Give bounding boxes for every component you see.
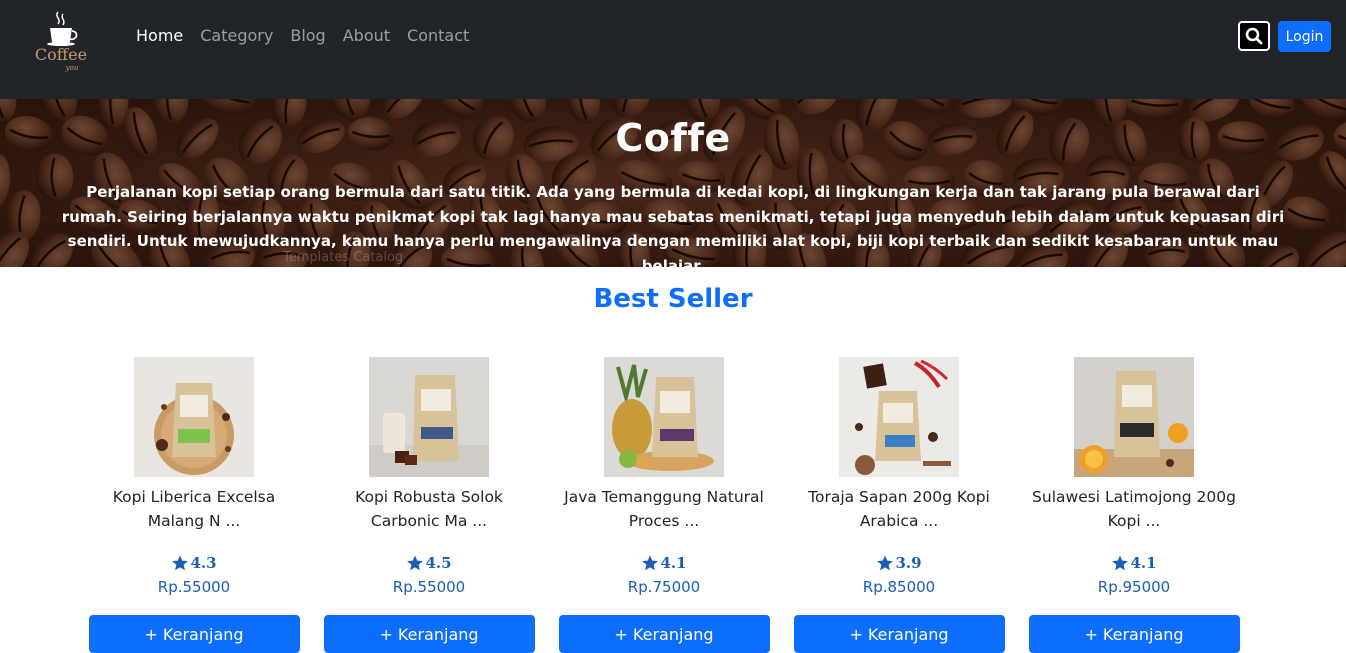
nav-about[interactable]: About	[343, 25, 390, 47]
product-image[interactable]	[604, 357, 724, 477]
hero-description: Perjalanan kopi setiap orang bermula dar…	[61, 183, 1285, 275]
star-icon	[1112, 555, 1129, 571]
star-icon	[642, 555, 659, 571]
product-rating: 4.3	[88, 553, 300, 573]
watermark: Templates Catalog	[283, 250, 404, 265]
product-price: Rp.95000	[1097, 578, 1171, 596]
search-button[interactable]	[1238, 21, 1270, 51]
product-card: Toraja Sapan 200g Kopi Arabica ... 3.9 R…	[793, 357, 1005, 653]
product-name[interactable]: Kopi Robusta Solok Carbonic Ma ...	[323, 485, 535, 533]
add-to-cart-button[interactable]: + Keranjang	[793, 615, 1005, 653]
add-to-cart-button[interactable]: + Keranjang	[88, 615, 300, 653]
brand-logo[interactable]: Coffee you	[28, 8, 94, 74]
product-name[interactable]: Toraja Sapan 200g Kopi Arabica ...	[793, 485, 1005, 533]
best-seller-heading: Best Seller	[593, 284, 753, 314]
product-card: Kopi Robusta Solok Carbonic Ma ... 4.5 R…	[323, 357, 535, 653]
svg-text:you: you	[65, 64, 79, 72]
product-card: Kopi Liberica Excelsa Malang N ... 4.3 R…	[88, 357, 300, 653]
star-icon	[407, 555, 424, 571]
product-price: Rp.75000	[627, 578, 701, 596]
search-icon	[1245, 27, 1263, 45]
product-image[interactable]	[1074, 357, 1194, 477]
nav-blog[interactable]: Blog	[290, 25, 325, 47]
hero-title: Coffe	[615, 116, 731, 160]
product-rating: 3.9	[793, 553, 1005, 573]
star-icon	[172, 555, 189, 571]
rating-value: 4.5	[425, 554, 452, 572]
product-card: Sulawesi Latimojong 200g Kopi ... 4.1 Rp…	[1028, 357, 1240, 653]
nav-category[interactable]: Category	[200, 25, 273, 47]
navbar: Coffee you Home Category Blog About Cont…	[0, 0, 1346, 99]
product-name[interactable]: Sulawesi Latimojong 200g Kopi ...	[1028, 485, 1240, 533]
rating-value: 3.9	[895, 554, 922, 572]
product-image[interactable]	[839, 357, 959, 477]
add-to-cart-button[interactable]: + Keranjang	[323, 615, 535, 653]
nav-home[interactable]: Home	[136, 25, 183, 47]
login-button[interactable]: Login	[1278, 21, 1331, 52]
star-icon	[877, 555, 894, 571]
nav-menu: Home Category Blog About Contact	[136, 25, 486, 47]
nav-contact[interactable]: Contact	[407, 25, 469, 47]
product-image[interactable]	[134, 357, 254, 477]
product-rating: 4.5	[323, 553, 535, 573]
add-to-cart-button[interactable]: + Keranjang	[558, 615, 770, 653]
svg-text:Coffee: Coffee	[35, 45, 87, 64]
product-card: Java Temanggung Natural Proces ... 4.1 R…	[558, 357, 770, 653]
product-price: Rp.55000	[157, 578, 231, 596]
rating-value: 4.1	[1130, 554, 1157, 572]
product-image[interactable]	[369, 357, 489, 477]
product-name[interactable]: Kopi Liberica Excelsa Malang N ...	[88, 485, 300, 533]
product-rating: 4.1	[1028, 553, 1240, 573]
product-name[interactable]: Java Temanggung Natural Proces ...	[558, 485, 770, 533]
product-rating: 4.1	[558, 553, 770, 573]
add-to-cart-button[interactable]: + Keranjang	[1028, 615, 1240, 653]
rating-value: 4.3	[190, 554, 217, 572]
product-price: Rp.55000	[392, 578, 466, 596]
rating-value: 4.1	[660, 554, 687, 572]
product-price: Rp.85000	[862, 578, 936, 596]
